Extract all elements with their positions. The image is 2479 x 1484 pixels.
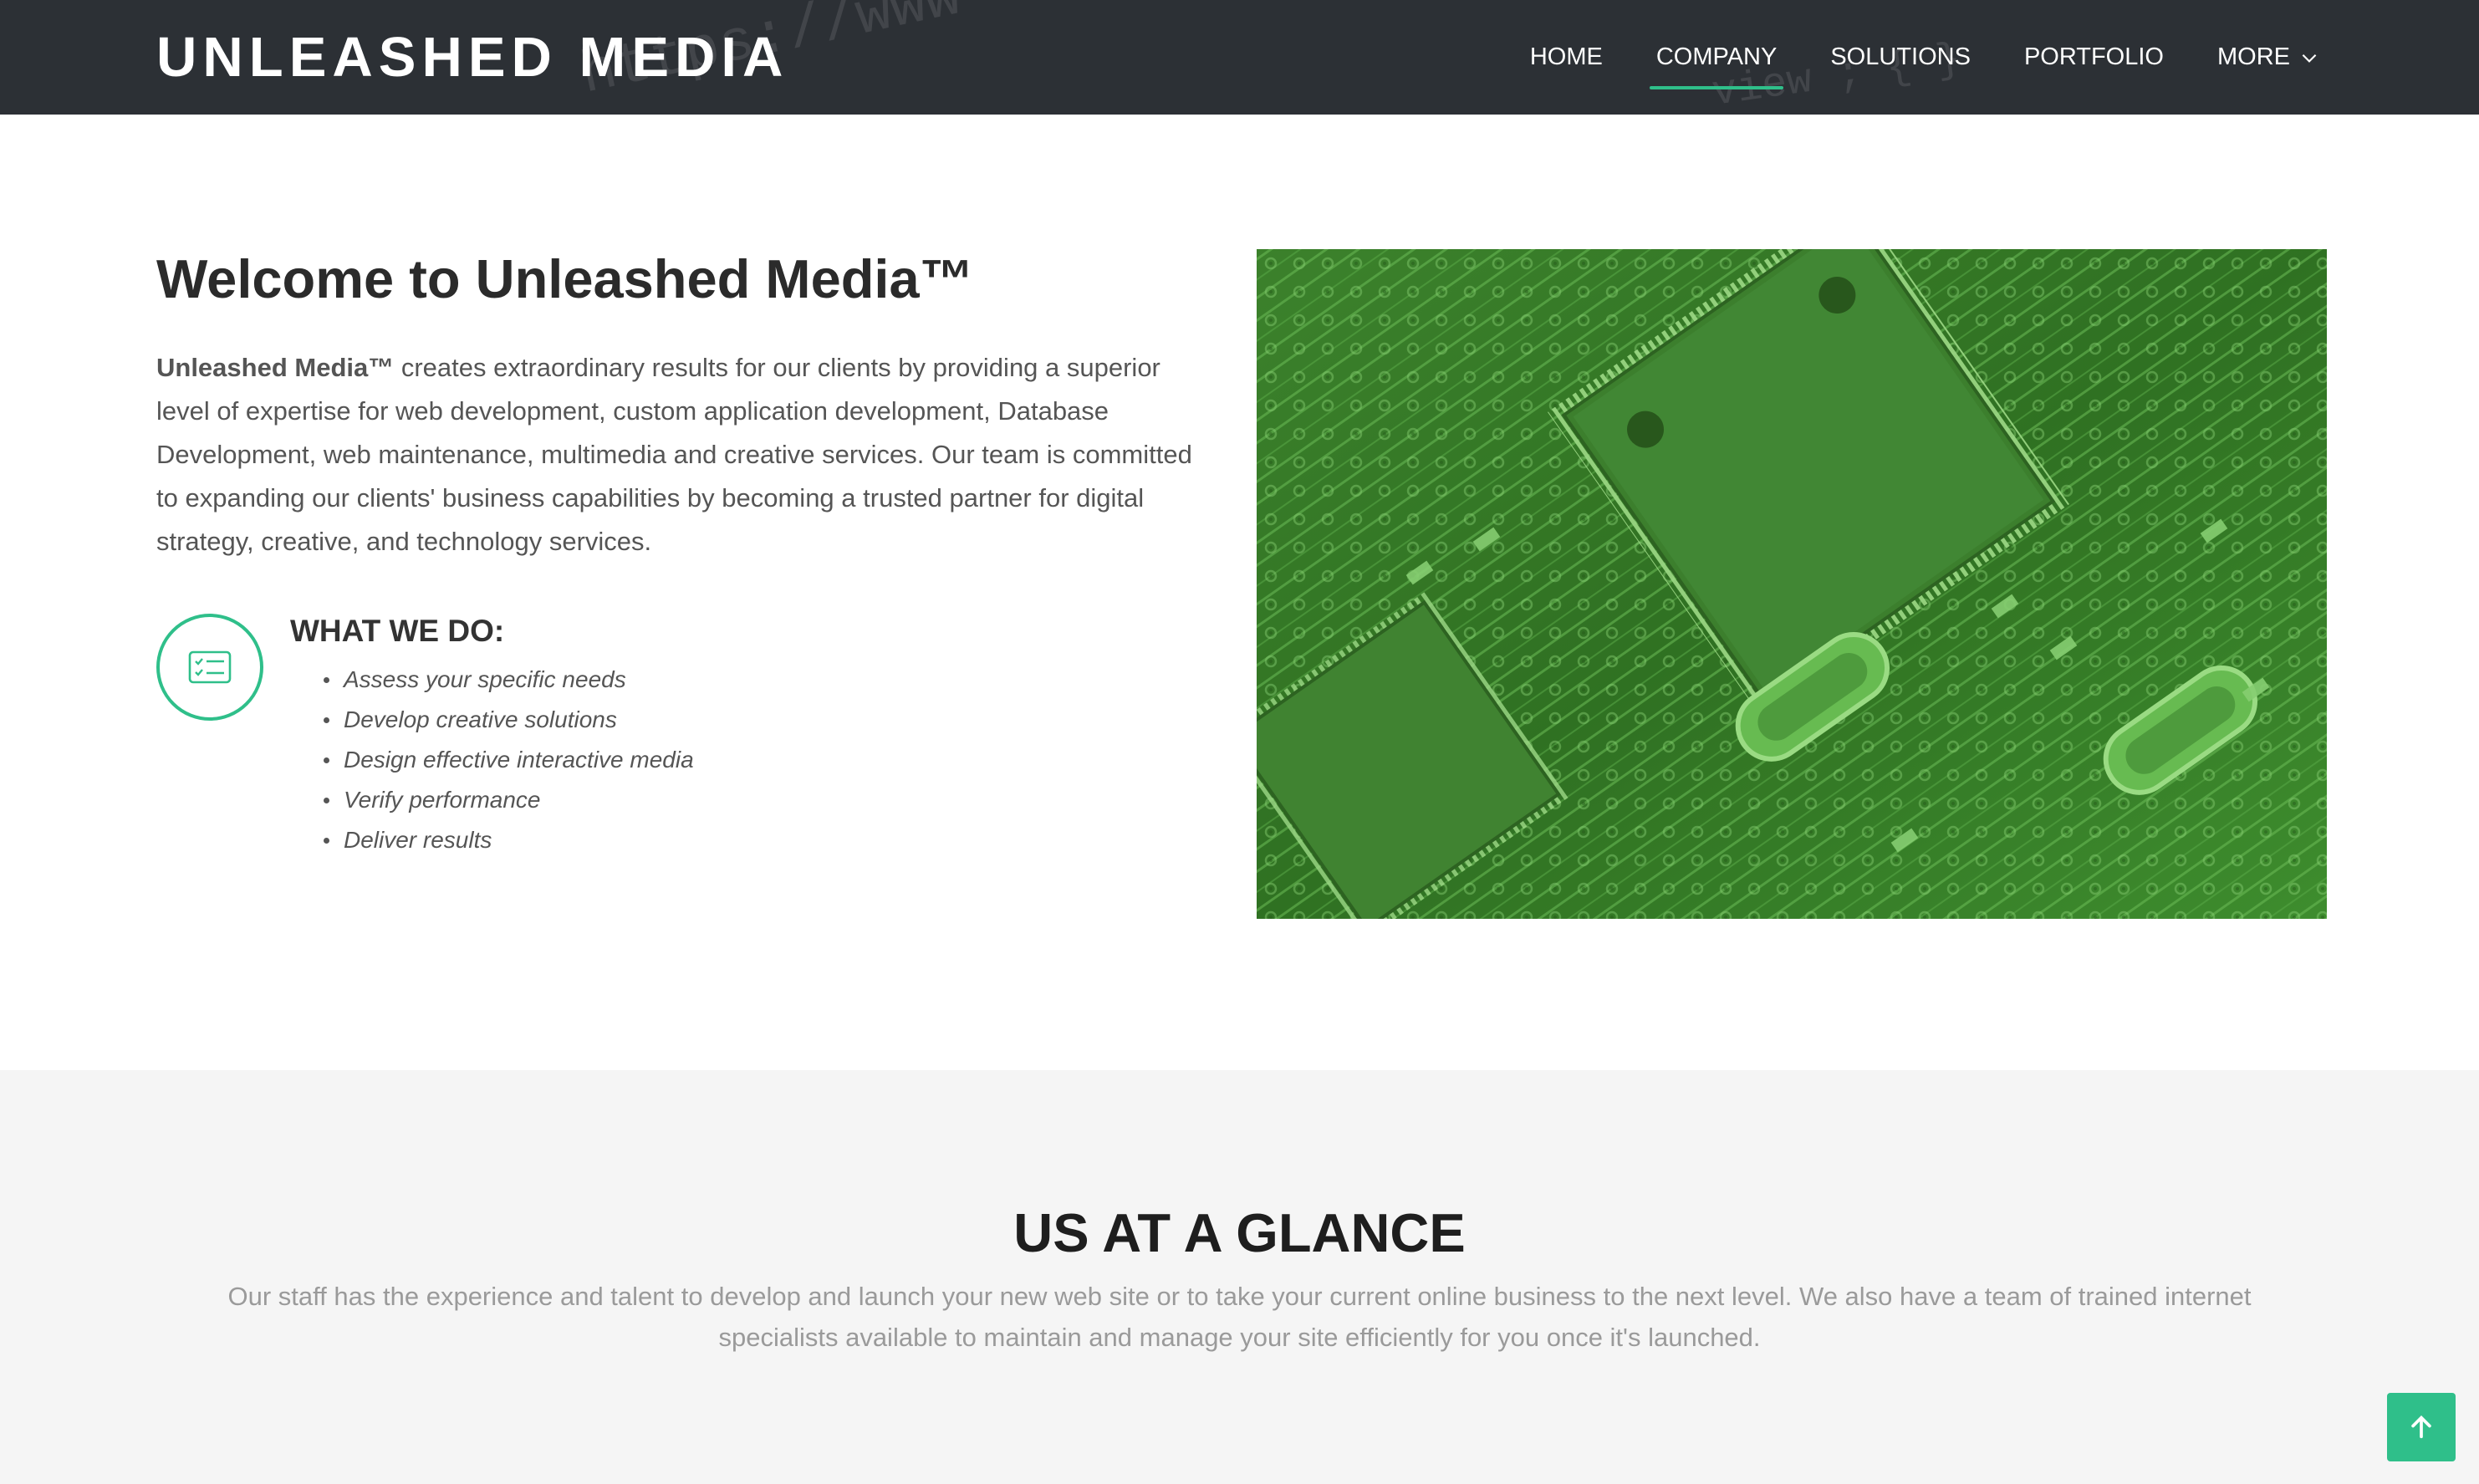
arrow-up-icon [2411,1415,2431,1439]
circuit-board-illustration [1257,249,2327,919]
what-we-do-title: WHAT WE DO: [290,614,505,648]
circuit-board-image [1257,249,2327,919]
nav-portfolio-label: PORTFOLIO [2023,43,2164,70]
glance-section: US AT A GLANCE Our staff has the experie… [0,1070,2479,1484]
nav-home[interactable]: HOME [1530,43,1603,71]
nav-more-label: MORE [2217,43,2290,70]
list-item: Design effective interactive media [290,740,694,780]
list-item: Develop creative solutions [290,700,694,740]
welcome-title: Welcome to Unleashed Media™ [156,248,974,309]
nav-company[interactable]: COMPANY [1649,43,1784,89]
nav-more[interactable]: MORE [2217,43,2320,71]
chevron-down-icon [2302,54,2317,63]
glance-title: US AT A GLANCE [1013,1202,1466,1263]
welcome-intro-brand: Unleashed Media™ [156,353,395,382]
glance-text: Our staff has the experience and talent … [227,1282,2252,1352]
welcome-intro: Unleashed Media™ creates extraordinary r… [156,346,1210,564]
nav-solutions-label: SOLUTIONS [1830,43,1971,70]
main-nav: HOME COMPANY SOLUTIONS PORTFOLIO MORE [1477,0,2320,115]
nav-portfolio[interactable]: PORTFOLIO [2024,43,2164,71]
list-item: Assess your specific needs [290,660,694,700]
nav-company-label: COMPANY [1655,43,1778,70]
what-we-do-icon-circle [156,614,263,721]
nav-home-label: HOME [1529,43,1603,70]
site-logo[interactable]: UNLEASHED MEDIA [156,25,788,89]
list-item: Deliver results [290,820,694,860]
back-to-top-button[interactable] [2387,1393,2456,1461]
welcome-intro-body: creates extraordinary results for our cl… [156,353,1192,556]
site-header: https://www view ; { } UNLEASHED MEDIA H… [0,0,2479,115]
nav-solutions[interactable]: SOLUTIONS [1830,43,1971,71]
checklist-icon [188,650,232,684]
list-item: Verify performance [290,780,694,820]
what-we-do-list: Assess your specific needs Develop creat… [290,660,694,860]
